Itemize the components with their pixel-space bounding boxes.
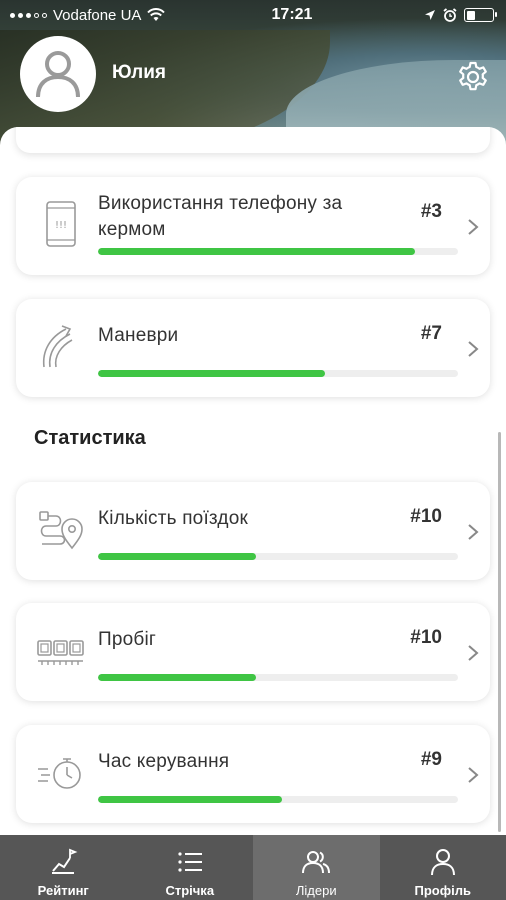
progress-track (98, 248, 458, 255)
alarm-icon (443, 8, 457, 22)
status-time: 17:21 (271, 6, 313, 23)
card-title: Час керування (98, 751, 230, 772)
profile-name: Юлия (112, 62, 166, 83)
chevron-right-icon (468, 645, 479, 661)
location-arrow-icon (425, 10, 435, 20)
phone-icon: !!! (46, 201, 76, 247)
progress-track (98, 674, 458, 681)
status-right (424, 8, 506, 22)
gear-icon[interactable] (455, 58, 491, 94)
avatar[interactable] (20, 36, 96, 112)
chevron-right-icon (468, 524, 479, 540)
tab-label: Рейтинг (37, 883, 89, 898)
odometer-icon (37, 640, 84, 665)
tab-feed[interactable]: Стрічка (127, 835, 254, 900)
leader-card-trips[interactable]: Кількість поїздок #10 (16, 482, 490, 580)
card-rank: #3 (420, 201, 442, 222)
tab-profile[interactable]: Профіль (380, 835, 506, 900)
status-left: Vodafone UA (0, 7, 200, 24)
scroll-indicator[interactable] (498, 432, 501, 832)
tab-label: Лідери (295, 883, 337, 898)
leader-card-phone-usage[interactable]: !!! Використання телефону за кермом #3 (16, 177, 490, 275)
tab-bar: Рейтинг Стрічка Лідери Профіль (0, 835, 506, 900)
card-rank: #7 (420, 323, 442, 344)
progress-bar (98, 370, 325, 377)
wifi-icon (147, 8, 166, 21)
profile-person-icon (430, 849, 455, 876)
leaders-people-icon (302, 851, 331, 874)
maneuver-icon (42, 325, 73, 368)
status-bar: Vodafone UA 17:21 (0, 0, 506, 30)
progress-bar (98, 553, 257, 560)
leader-card-mileage[interactable]: Пробіг #10 (16, 603, 490, 701)
progress-bar (98, 248, 415, 255)
progress-bar (98, 796, 282, 803)
carrier-label: Vodafone UA (53, 6, 142, 24)
section-title-statistics: Статистика (34, 427, 146, 449)
user-placeholder-icon (36, 51, 80, 98)
progress-track (98, 796, 458, 803)
progress-bar (98, 674, 257, 681)
chevron-right-icon (468, 219, 479, 235)
tab-label: Стрічка (165, 883, 215, 898)
tab-leaders[interactable]: Лідери (253, 835, 380, 900)
signal-icon (10, 12, 47, 18)
progress-track (98, 370, 458, 377)
leader-card-driving-time[interactable]: Час керування #9 (16, 725, 490, 823)
svg-text:!!!: !!! (55, 220, 67, 231)
stopwatch-icon (38, 758, 81, 789)
rating-chart-icon (52, 848, 78, 874)
card-rank: #10 (410, 627, 442, 648)
card-title: Використання телефону за кермом (98, 193, 343, 240)
tab-rating[interactable]: Рейтинг (0, 835, 127, 900)
card-title: Кількість поїздок (98, 508, 248, 529)
trips-route-icon (39, 511, 83, 550)
previous-card-edge (16, 127, 490, 153)
card-rank: #9 (420, 749, 442, 770)
progress-track (98, 553, 458, 560)
card-rank: #10 (410, 506, 442, 527)
card-title: Маневри (98, 325, 179, 346)
battery-icon (464, 8, 497, 22)
leaders-sheet: !!! Використання телефону за кермом #3 М… (0, 127, 506, 835)
tab-label: Профіль (414, 883, 471, 898)
card-title: Пробіг (98, 629, 157, 650)
leader-card-maneuvers[interactable]: Маневри #7 (16, 299, 490, 397)
chevron-right-icon (468, 341, 479, 357)
chevron-right-icon (468, 767, 479, 783)
list-feed-icon (178, 852, 202, 872)
